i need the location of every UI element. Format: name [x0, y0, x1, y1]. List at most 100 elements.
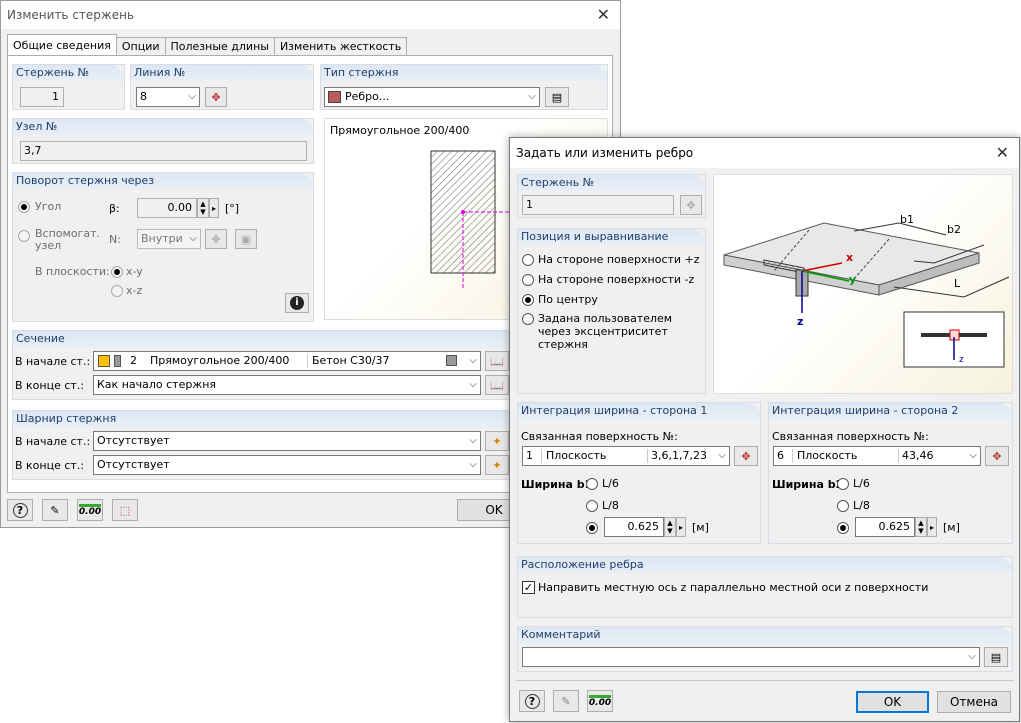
position-center-label: По центру — [538, 293, 598, 306]
b1-unit: [м] — [692, 521, 709, 534]
position-plus-z-radio[interactable] — [522, 254, 534, 266]
b2-spinner[interactable]: ▲ ▼ — [915, 517, 927, 537]
rib-help-button[interactable]: ? — [519, 690, 545, 712]
width-side1-group: Интеграция ширина - сторона 1 Связанная … — [517, 402, 761, 544]
rib-cancel-button[interactable]: Отмена — [937, 691, 1011, 713]
pick-aux-node-button[interactable]: ✥ — [205, 229, 227, 249]
comment-input[interactable]: ⌵ — [522, 647, 980, 667]
hinge-end-new-button[interactable]: ✦ — [485, 455, 509, 475]
rib-pick-member-button[interactable]: ✥ — [680, 195, 702, 215]
line-no-select[interactable]: 8 ⌵ — [136, 87, 200, 107]
tab-general[interactable]: Общие сведения — [7, 34, 117, 55]
beta-step-button[interactable]: ▸ — [209, 198, 219, 218]
position-minus-z-radio[interactable] — [522, 274, 534, 286]
rib-ok-button[interactable]: OK — [856, 691, 929, 713]
member-type-value: Ребро... — [345, 90, 390, 103]
rib-edit-notes-button[interactable]: ✎ — [553, 690, 579, 712]
node-no-group: Узел № 3,7 — [12, 118, 314, 164]
aux-node-radio[interactable] — [18, 230, 30, 242]
hinge-end-select[interactable]: Отсутствует ⌵ — [93, 455, 481, 475]
side2-label: Интеграция ширина - сторона 2 — [769, 403, 1012, 419]
b1-step-button[interactable]: ▸ — [676, 517, 686, 537]
tab-options[interactable]: Опции — [115, 37, 166, 55]
edit-member-type-button[interactable]: ▤ — [545, 87, 569, 107]
comment-library-button[interactable]: ▤ — [984, 647, 1008, 667]
edit-notes-button[interactable]: ✎ — [42, 499, 68, 521]
width-side2-group: Интеграция ширина - сторона 2 Связанная … — [768, 402, 1013, 544]
close-icon[interactable]: ✕ — [996, 143, 1009, 162]
library-book-icon: 📖 — [490, 354, 504, 368]
angle-radio[interactable] — [18, 201, 30, 213]
b2-value-input[interactable]: 0.625 — [855, 517, 915, 537]
tab-strip: Общие сведения Опции Полезные длины Изме… — [7, 34, 408, 55]
width-b1-label: Ширина b1 — [521, 478, 593, 491]
new-item-icon: ✦ — [492, 458, 502, 472]
pick-member-button[interactable]: ⬚ — [112, 499, 138, 521]
section-end-label: В конце ст.: — [15, 379, 85, 392]
align-z-checkbox[interactable]: ✓ — [522, 581, 535, 594]
aux-position-select[interactable]: Внутри ⌵ — [137, 229, 201, 249]
side2-surface-select[interactable]: 6 Плоскость 43,46 ⌵ — [773, 446, 981, 466]
help-icon: ? — [12, 502, 28, 518]
pick-cursor-icon: ⬚ — [119, 503, 131, 517]
chevron-down-icon: ⌵ — [469, 379, 477, 390]
rib-member-no-field: 1 — [522, 195, 674, 215]
plane-xy-radio[interactable] — [111, 266, 123, 278]
b1-value-input[interactable]: 0.625 — [604, 517, 664, 537]
decimal-units-icon: 0.00 — [588, 694, 612, 708]
rib-units-button[interactable]: 0.00 — [587, 690, 613, 712]
hinge-start-select[interactable]: Отсутствует ⌵ — [93, 431, 481, 451]
help-button[interactable]: ? — [7, 499, 33, 521]
plane-xy-label: x-y — [126, 265, 143, 278]
line-no-label: Линия № — [131, 65, 313, 81]
position-plus-z-label: На стороне поверхности +z — [538, 253, 700, 266]
b2-l8-radio[interactable] — [837, 500, 849, 512]
beta-input[interactable]: 0.00 — [137, 198, 197, 218]
b2-step-button[interactable]: ▸ — [927, 517, 937, 537]
plane-xz-radio[interactable] — [111, 285, 123, 297]
pick-surface-icon: ✥ — [741, 449, 751, 463]
pick-line-button[interactable]: ✥ — [205, 87, 227, 107]
angle-label: Угол — [35, 200, 62, 213]
tab-effective-lengths[interactable]: Полезные длины — [164, 37, 275, 55]
b1-custom-radio[interactable] — [586, 522, 598, 534]
separator — [307, 354, 308, 368]
rib-diagram: b1 b2 x y z L z — [713, 174, 1013, 394]
new-node-icon: ▣ — [240, 232, 252, 246]
preview-section-name: Прямоугольное 200/400 — [330, 124, 470, 137]
label-y: y — [849, 273, 857, 286]
close-icon[interactable]: ✕ — [597, 5, 610, 24]
section-end-select[interactable]: Как начало стержня ⌵ — [93, 375, 481, 395]
side2-pick-surface-button[interactable]: ✥ — [985, 446, 1009, 466]
b2-custom-radio[interactable] — [837, 522, 849, 534]
spin-up-icon: ▲ — [667, 519, 673, 527]
b1-l8-radio[interactable] — [586, 500, 598, 512]
hinge-start-new-button[interactable]: ✦ — [485, 431, 509, 451]
section-start-library-button[interactable]: 📖 — [485, 351, 509, 371]
separator — [541, 449, 542, 463]
rib-dialog-title: Задать или изменить ребро — [516, 146, 694, 160]
b2-l6-radio[interactable] — [837, 478, 849, 490]
position-eccentric-radio[interactable] — [522, 313, 534, 325]
b1-l6-radio[interactable] — [586, 478, 598, 490]
tab-modify-stiffness[interactable]: Изменить жесткость — [273, 37, 408, 55]
section-start-select[interactable]: 2 Прямоугольное 200/400 Бетон C30/37 ⌵ — [93, 351, 481, 371]
beta-spinner[interactable]: ▲ ▼ — [197, 198, 209, 218]
section-end-library-button[interactable]: 📖 — [485, 375, 509, 395]
section-end-value: Как начало стержня — [97, 378, 217, 391]
section-start-label: В начале ст.: — [15, 355, 91, 368]
new-aux-node-button[interactable]: ▣ — [235, 229, 257, 249]
side1-surface-select[interactable]: 1 Плоскость 3,6,1,7,23 ⌵ — [522, 446, 730, 466]
units-button[interactable]: 0.00 — [77, 499, 103, 521]
side1-surface-type: Плоскость — [546, 449, 607, 462]
b1-spinner[interactable]: ▲ ▼ — [664, 517, 676, 537]
chevron-down-icon: ⌵ — [469, 435, 477, 446]
side1-pick-surface-button[interactable]: ✥ — [734, 446, 758, 466]
align-z-label: Направить местную ось z параллельно мест… — [538, 581, 929, 594]
member-type-select[interactable]: Ребро... ⌵ — [324, 87, 540, 107]
info-button[interactable]: i — [285, 293, 309, 313]
n-label: N: — [109, 233, 121, 246]
position-center-radio[interactable] — [522, 294, 534, 306]
title-bar: Изменить стержень ✕ — [1, 1, 620, 29]
width-b2-label: Ширина b2 — [772, 478, 844, 491]
